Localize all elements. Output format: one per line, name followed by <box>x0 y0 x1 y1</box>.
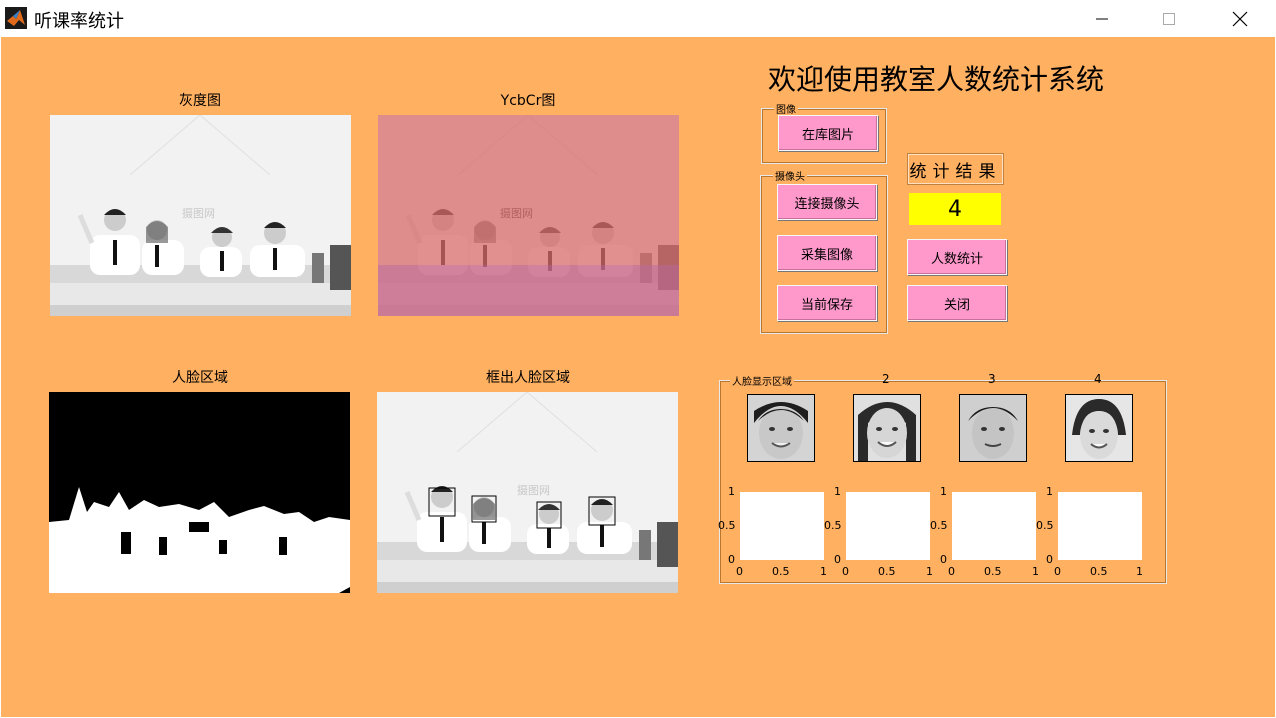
boxed-faces-panel: 摄图网 <box>377 392 678 593</box>
face-image-3 <box>960 395 1026 461</box>
matlab-logo-icon <box>5 7 27 29</box>
watermark-text: 摄图网 <box>517 484 550 497</box>
count-people-button[interactable]: 人数统计 <box>907 239 1007 275</box>
ycbcr-image-title: YcbCr图 <box>500 93 556 109</box>
axis3-x-tick-1: 1 <box>1032 565 1039 578</box>
axis1-x-tick-1: 1 <box>820 565 827 578</box>
axis3-y-tick-1: 1 <box>940 485 947 498</box>
axis4-y-tick-0: 0 <box>1046 553 1053 566</box>
watermark-text: 摄图网 <box>182 207 215 220</box>
title-bar: 听课率统计 <box>0 0 1276 37</box>
face-region-title: 人脸区域 <box>172 370 228 386</box>
gray-image-title: 灰度图 <box>179 93 221 109</box>
connect-camera-button[interactable]: 连接摄像头 <box>777 184 877 220</box>
axis1-x-tick-05: 0.5 <box>772 565 790 578</box>
axis4-y-tick-05: 0.5 <box>1036 519 1054 532</box>
save-current-button[interactable]: 当前保存 <box>777 285 877 321</box>
binary-skin-mask <box>49 392 350 593</box>
axis4-y-tick-1: 1 <box>1046 485 1053 498</box>
axis2-y-tick-1: 1 <box>834 485 841 498</box>
minimize-icon <box>1096 18 1108 19</box>
axis3-y-tick-05: 0.5 <box>930 519 948 532</box>
face-axes-2 <box>846 492 930 560</box>
axis1-y-tick-1: 1 <box>728 485 735 498</box>
axis4-x-tick-05: 0.5 <box>1090 565 1108 578</box>
face-image-2 <box>854 395 920 461</box>
face-number-3: 3 <box>988 372 996 386</box>
axis2-x-tick-05: 0.5 <box>878 565 896 578</box>
face-display-title: 人脸显示区域 <box>730 373 794 388</box>
capture-image-button[interactable]: 采集图像 <box>777 235 877 271</box>
face-image-4 <box>1066 395 1132 461</box>
axis4-x-tick-0: 0 <box>1054 565 1061 578</box>
axis1-x-tick-0: 0 <box>736 565 743 578</box>
face-count-display: 4 <box>909 193 1001 225</box>
axis3-x-tick-0: 0 <box>948 565 955 578</box>
axis2-y-tick-0: 0 <box>834 553 841 566</box>
face-region-panel <box>49 392 350 593</box>
face-axes-1 <box>740 492 824 560</box>
watermark-text: 摄图网 <box>500 207 533 220</box>
axis2-x-tick-0: 0 <box>842 565 849 578</box>
axis2-x-tick-1: 1 <box>926 565 933 578</box>
face-thumbnail-3 <box>959 394 1027 462</box>
face-thumbnail-1 <box>747 394 815 462</box>
face-number-2: 2 <box>882 372 890 386</box>
minimize-button[interactable] <box>1073 0 1131 37</box>
axis1-y-tick-0: 0 <box>728 553 735 566</box>
face-image-1 <box>748 395 814 461</box>
axis3-y-tick-0: 0 <box>940 553 947 566</box>
face-number-4: 4 <box>1094 372 1102 386</box>
face-axes-4 <box>1058 492 1142 560</box>
face-thumbnail-4 <box>1065 394 1133 462</box>
camera-group-title: 摄像头 <box>773 168 807 183</box>
maximize-button[interactable] <box>1140 0 1198 37</box>
image-group-title: 图像 <box>774 101 798 116</box>
boxed-faces-title: 框出人脸区域 <box>486 370 570 386</box>
close-app-button[interactable]: 关闭 <box>907 285 1007 321</box>
axis4-x-tick-1: 1 <box>1136 565 1143 578</box>
axis3-x-tick-05: 0.5 <box>984 565 1002 578</box>
result-label: 统计结果 <box>907 153 1004 185</box>
welcome-heading: 欢迎使用教室人数统计系统 <box>768 63 1105 96</box>
gray-image-panel: 摄图网 <box>50 115 351 316</box>
maximize-icon <box>1163 12 1175 25</box>
ycbcr-image-panel: 摄图网 <box>378 115 679 316</box>
close-icon <box>1232 11 1248 26</box>
face-thumbnail-2 <box>853 394 921 462</box>
library-image-button[interactable]: 在库图片 <box>778 115 878 151</box>
close-button[interactable] <box>1211 0 1269 37</box>
axis1-y-tick-05: 0.5 <box>718 519 736 532</box>
axis2-y-tick-05: 0.5 <box>824 519 842 532</box>
window-title: 听课率统计 <box>34 11 124 32</box>
face-axes-3 <box>952 492 1036 560</box>
